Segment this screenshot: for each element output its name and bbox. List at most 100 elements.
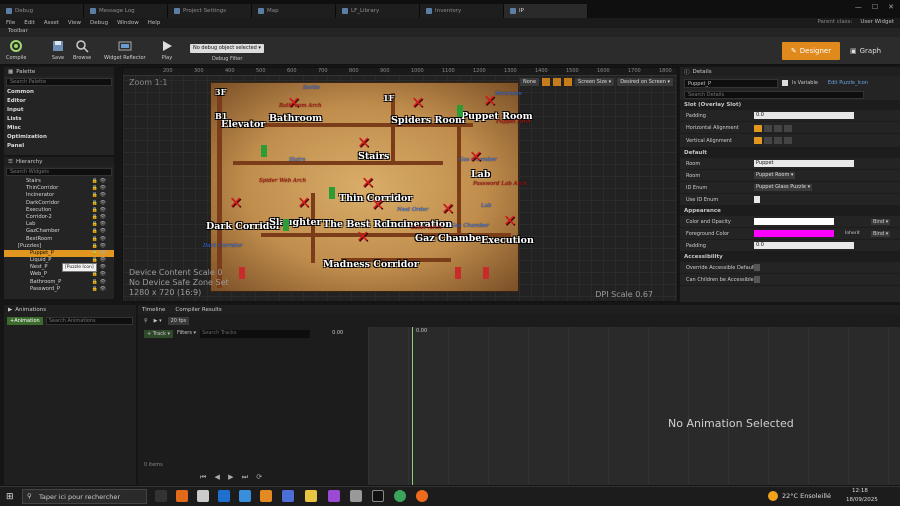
hierarchy-item[interactable]: BestRoom 🔒 👁 (4, 236, 114, 243)
lock-visibility-icon[interactable]: 🔒 👁 (92, 192, 106, 199)
palette-category-panel[interactable]: Panel (4, 142, 114, 151)
foreground-color-swatch[interactable] (754, 230, 834, 237)
lock-visibility-icon[interactable]: 🔒 👁 (92, 271, 106, 278)
fps-dropdown[interactable]: 20 fps (167, 317, 190, 325)
palette-category-editor[interactable]: Editor (4, 97, 114, 106)
hierarchy-search-input[interactable] (6, 168, 112, 176)
app-icon[interactable] (218, 490, 230, 502)
tab-lf-library[interactable]: LF_Library (336, 4, 420, 18)
slot-section[interactable]: Slot (Overlay Slot) (680, 100, 900, 110)
hierarchy-item[interactable]: DarkCorridor 🔒 👁 (4, 200, 114, 207)
widget-name-field[interactable]: Puppet_P (684, 78, 778, 88)
compile-button[interactable]: Compile (6, 39, 26, 61)
tab-map[interactable]: Map (252, 4, 336, 18)
slot-padding-field[interactable]: 0.0 (754, 112, 854, 119)
play-controls-icon[interactable]: ▶ ▾ (154, 318, 162, 324)
hierarchy-item[interactable]: Web_P 🔒 👁 (4, 271, 114, 278)
lock-visibility-icon[interactable]: 🔒 👁 (92, 250, 106, 257)
canvas-option-toggle[interactable] (564, 78, 573, 86)
animation-search-input[interactable] (45, 317, 133, 325)
palette-category-common[interactable]: Common (4, 88, 114, 97)
timeline-track-area[interactable]: 0.00 No Animation Selected (368, 327, 900, 485)
hierarchy-item[interactable]: Bathroom_P 🔒 👁 (4, 279, 114, 286)
graph-button[interactable]: ▣ Graph (850, 42, 881, 60)
align-right-button[interactable] (774, 125, 782, 132)
screen-size-dropdown[interactable]: Screen Size ▾ (575, 78, 615, 86)
is-variable-checkbox[interactable] (782, 80, 788, 86)
clock-date[interactable]: 18/09/2025 (846, 497, 878, 503)
track-search-input[interactable]: Search Tracks (200, 330, 311, 338)
clock-time[interactable]: 12:18 (852, 488, 868, 494)
use-id-enum-checkbox[interactable] (754, 196, 760, 203)
bind-button[interactable]: Bind ▾ (871, 230, 891, 237)
hierarchy-item[interactable]: [Puzzles] 🔒 👁 (4, 243, 114, 250)
chrome-icon[interactable] (394, 490, 406, 502)
default-section[interactable]: Default (680, 148, 900, 158)
tab-timeline[interactable]: Timeline (142, 307, 165, 313)
app-icon[interactable] (239, 490, 251, 502)
valign-center-button[interactable] (764, 137, 772, 144)
details-search-input[interactable] (684, 91, 864, 99)
blender-icon[interactable] (176, 490, 188, 502)
tab-message-log[interactable]: Message Log (84, 4, 168, 18)
align-fill-button[interactable] (784, 125, 792, 132)
debug-object-dropdown[interactable]: No debug object selected ▾ (190, 44, 264, 53)
palette-search-input[interactable] (6, 78, 112, 86)
close-icon[interactable]: ✕ (888, 3, 894, 11)
canvas-option-toggle[interactable] (553, 78, 562, 86)
room-dropdown[interactable]: Puppet Room ▾ (754, 172, 796, 179)
weather-text[interactable]: 22°C Ensoleillé (782, 492, 831, 500)
palette-category-input[interactable]: Input (4, 106, 114, 115)
canvas-none-button[interactable]: None (519, 78, 540, 86)
tab-inventory[interactable]: Inventory (420, 4, 504, 18)
tab-ip[interactable]: IP (504, 4, 588, 18)
task-view-icon[interactable] (155, 490, 167, 502)
canvas-option-toggle[interactable] (542, 78, 551, 86)
children-accessible-checkbox[interactable] (754, 276, 760, 283)
save-button[interactable]: Save (51, 39, 65, 61)
valign-top-button[interactable] (754, 137, 762, 144)
override-accessible-checkbox[interactable] (754, 264, 760, 271)
parent-class-link[interactable]: User Widget (860, 19, 894, 25)
menu-asset[interactable]: Asset (44, 20, 59, 26)
unreal-engine-icon[interactable] (372, 490, 384, 502)
align-center-button[interactable] (764, 125, 772, 132)
edit-puzzle-icon-link[interactable]: Edit Puzzle_Icon (828, 80, 868, 86)
settings-icon[interactable] (350, 490, 362, 502)
lock-visibility-icon[interactable]: 🔒 👁 (92, 207, 106, 214)
file-explorer-icon[interactable] (305, 490, 317, 502)
accessibility-section[interactable]: Accessibility (680, 252, 900, 262)
valign-fill-button[interactable] (784, 137, 792, 144)
palette-category-optimization[interactable]: Optimization (4, 133, 114, 142)
discord-icon[interactable] (282, 490, 294, 502)
firefox-icon[interactable] (416, 490, 428, 502)
play-button[interactable]: Play (160, 39, 174, 61)
lock-visibility-icon[interactable]: 🔒 👁 (92, 236, 106, 243)
lock-visibility-icon[interactable]: 🔒 👁 (92, 243, 106, 250)
add-track-button[interactable]: + Track ▾ (144, 330, 173, 338)
designer-canvas[interactable]: 200 300 400 500 600 700 800 900 1000 1100 1200 1300… (122, 67, 678, 302)
bind-button[interactable]: Bind ▾ (871, 218, 891, 225)
maximize-icon[interactable]: ☐ (872, 3, 878, 11)
app-icon[interactable] (260, 490, 272, 502)
color-opacity-swatch[interactable] (754, 218, 834, 225)
tab-compiler-results[interactable]: Compiler Results (175, 307, 221, 313)
hierarchy-item[interactable]: Password_P 🔒 👁 (4, 286, 114, 293)
minimize-icon[interactable]: — (855, 3, 862, 11)
palette-category-misc[interactable]: Misc (4, 124, 114, 133)
key-icon[interactable]: ⚲ (144, 318, 148, 324)
room-field[interactable]: Puppet (754, 160, 854, 167)
map-widget[interactable]: 3F B1 Elevator Bathroom 1F Spiders Room Puppet… (203, 82, 534, 292)
lock-visibility-icon[interactable]: 🔒 👁 (92, 200, 106, 207)
align-left-button[interactable] (754, 125, 762, 132)
padding-field[interactable]: 0.0 (754, 242, 854, 249)
hierarchy-item[interactable]: Execution 🔒 👁 (4, 207, 114, 214)
browse-button[interactable]: Browse (73, 39, 91, 61)
menu-file[interactable]: File (6, 20, 15, 26)
widget-reflector-button[interactable]: Widget Reflector (104, 39, 146, 61)
palette-category-lists[interactable]: Lists (4, 115, 114, 124)
taskbar-search[interactable]: ⚲ Taper ici pour rechercher (22, 489, 147, 504)
playhead[interactable] (412, 327, 413, 485)
windows-start-icon[interactable]: ⊞ (6, 492, 14, 502)
unity-icon[interactable] (197, 490, 209, 502)
